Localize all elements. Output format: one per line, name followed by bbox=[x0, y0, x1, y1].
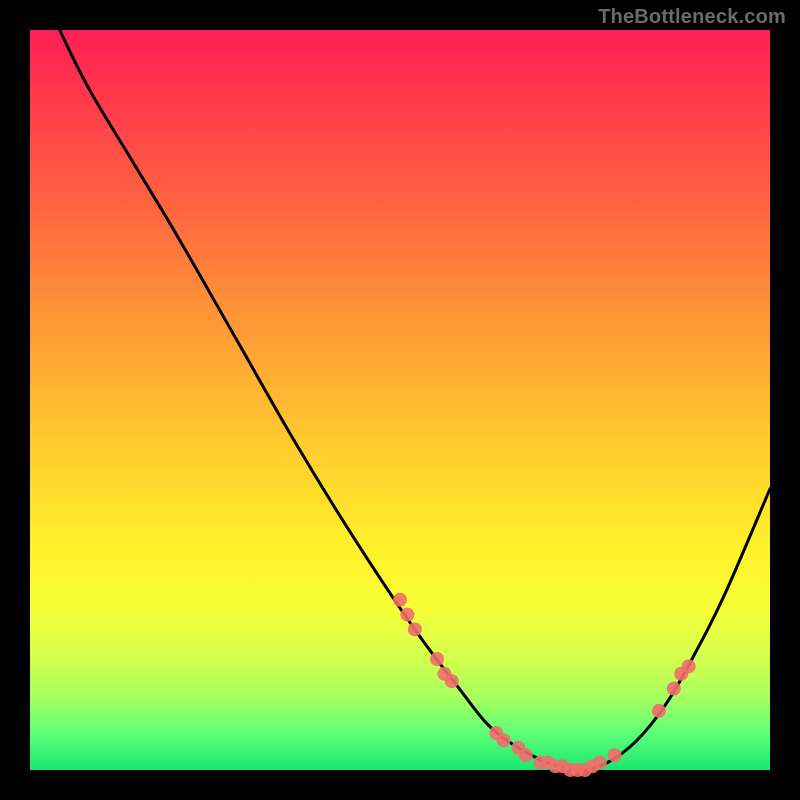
scatter-point bbox=[408, 622, 422, 636]
scatter-point bbox=[497, 733, 511, 747]
watermark-text: TheBottleneck.com bbox=[598, 6, 786, 29]
scatter-point bbox=[393, 593, 407, 607]
bottleneck-curve bbox=[60, 30, 770, 770]
curve-svg bbox=[30, 30, 770, 770]
scatter-points bbox=[393, 593, 696, 777]
plot-area bbox=[30, 30, 770, 770]
scatter-point bbox=[400, 608, 414, 622]
scatter-point bbox=[445, 674, 459, 688]
scatter-point bbox=[430, 652, 444, 666]
chart-frame: TheBottleneck.com bbox=[0, 0, 800, 800]
scatter-point bbox=[519, 748, 533, 762]
scatter-point bbox=[608, 748, 622, 762]
scatter-point bbox=[682, 659, 696, 673]
scatter-point bbox=[667, 682, 681, 696]
scatter-point bbox=[652, 704, 666, 718]
scatter-point bbox=[593, 756, 607, 770]
